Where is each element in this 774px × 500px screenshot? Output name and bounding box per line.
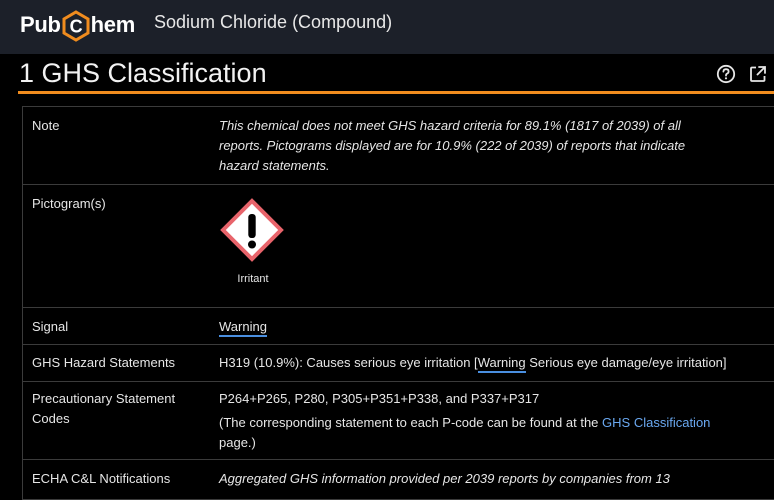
hazard-text: H319 (10.9%): Causes serious eye irritat… — [219, 355, 478, 370]
ghs-table: Note This chemical does not meet GHS haz… — [22, 106, 774, 500]
external-link-icon[interactable] — [748, 64, 768, 84]
signal-value-cell: Warning — [219, 317, 759, 337]
ghs-classification-link[interactable]: GHS Classification — [602, 415, 710, 430]
row-label: Precautionary Statement Codes — [32, 389, 175, 429]
hazard-statement: H319 (10.9%): Causes serious eye irritat… — [219, 353, 764, 373]
row-label: Signal — [32, 319, 69, 334]
hazard-text: Serious eye damage/eye irritation] — [525, 355, 727, 370]
exclamation-hazard-icon — [220, 198, 284, 262]
table-row-pictogram: Pictogram(s) Irritant — [23, 185, 774, 308]
note-text: page.) — [219, 435, 256, 450]
logo-hexagon-icon: C — [62, 10, 90, 42]
logo-text-right: hem — [90, 12, 136, 37]
row-label: ECHA C&L Notifications — [32, 471, 171, 486]
echa-text: Aggregated GHS information provided per … — [219, 471, 670, 486]
note-line: hazard statements. — [219, 158, 330, 173]
p-code-note: (The corresponding statement to each P-c… — [219, 413, 759, 433]
compound-title: Sodium Chloride (Compound) — [154, 12, 393, 32]
table-row-hazard: GHS Hazard Statements H319 (10.9%): Caus… — [23, 345, 774, 382]
section-title: 1 GHS Classification — [19, 58, 267, 88]
irritant-pictogram: Irritant — [219, 197, 287, 285]
table-row-note: Note This chemical does not meet GHS haz… — [23, 107, 774, 185]
note-text: (The corresponding statement to each P-c… — [219, 415, 603, 430]
note-line: This chemical does not meet GHS hazard c… — [219, 118, 681, 133]
pubchem-logo[interactable]: Pub C hem — [20, 8, 135, 42]
row-label: GHS Hazard Statements — [32, 355, 176, 370]
row-label: Pictogram(s) — [32, 196, 106, 211]
table-row-precautionary: Precautionary Statement Codes P264+P265,… — [23, 382, 774, 460]
section-header: 1 GHS Classification — [18, 56, 774, 94]
precautionary-value: P264+P265, P280, P305+P351+P338, and P33… — [219, 389, 759, 453]
hazard-warning-link[interactable]: Warning — [477, 355, 526, 373]
row-label: Note — [32, 118, 60, 133]
p-codes: P264+P265, P280, P305+P351+P338, and P33… — [219, 391, 540, 406]
table-row-echa: ECHA C&L Notifications Aggregated GHS in… — [23, 460, 774, 500]
label-line: Precautionary Statement — [32, 391, 176, 406]
signal-warning-link[interactable]: Warning — [219, 319, 267, 337]
svg-text:C: C — [69, 17, 82, 37]
table-row-signal: Signal Warning — [23, 308, 774, 345]
help-circle-icon[interactable] — [716, 64, 736, 84]
note-text: This chemical does not meet GHS hazard c… — [219, 116, 759, 176]
logo-text-left: Pub — [20, 12, 61, 37]
note-line: reports. Pictograms displayed are for 10… — [219, 138, 686, 153]
top-bar: Pub C hem Sodium Chloride (Compound) — [0, 0, 774, 54]
label-line: Codes — [32, 411, 70, 426]
pictogram-caption: Irritant — [237, 273, 269, 285]
